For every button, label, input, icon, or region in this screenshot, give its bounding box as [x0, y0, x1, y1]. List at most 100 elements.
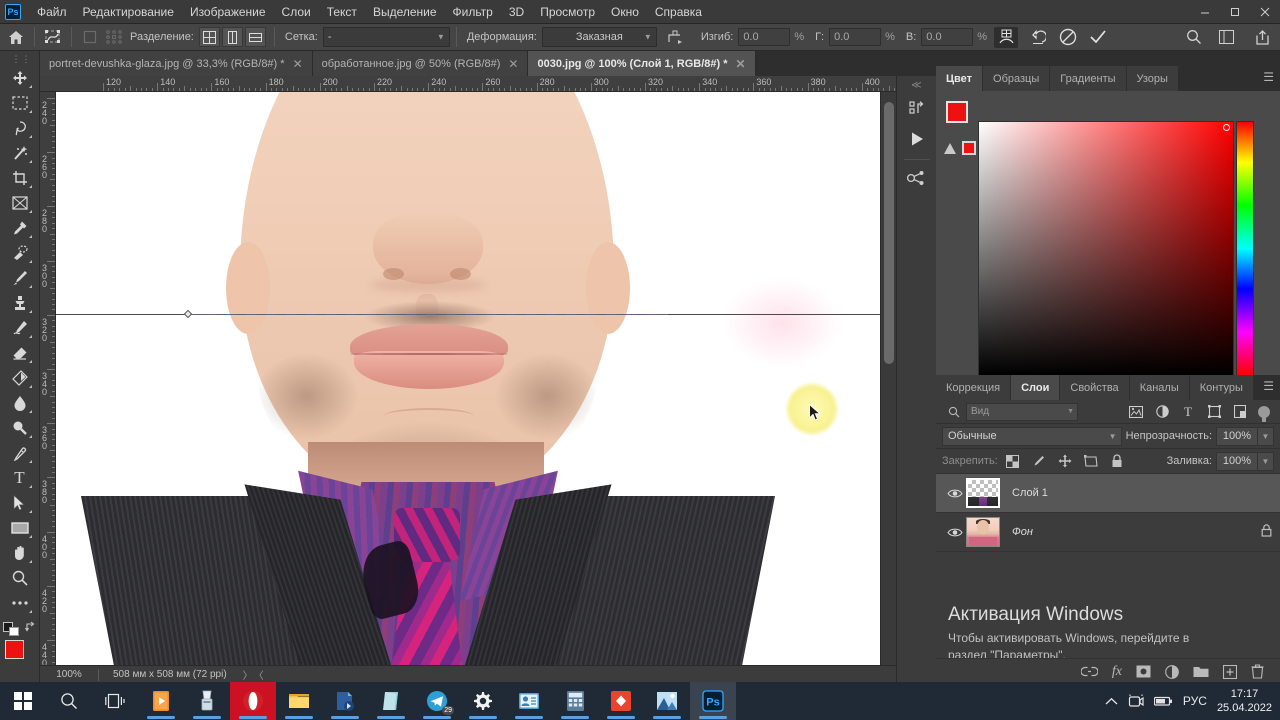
blur-tool[interactable]	[6, 390, 34, 415]
cancel-icon[interactable]	[1056, 27, 1080, 48]
artboard[interactable]	[56, 92, 882, 665]
layer-lock-icon[interactable]	[1261, 524, 1272, 540]
document-tab-2[interactable]: 0030.jpg @ 100% (Слой 1, RGB/8#) * ✕	[528, 51, 756, 76]
filter-pixel-icon[interactable]	[1124, 402, 1148, 422]
close-icon[interactable]: ✕	[508, 57, 518, 71]
rectangle-tool[interactable]	[6, 515, 34, 540]
split-grid-button[interactable]	[198, 27, 220, 47]
blend-mode-select[interactable]: Обычные ▼	[942, 426, 1122, 446]
brush-tool[interactable]	[6, 265, 34, 290]
minimize-button[interactable]	[1190, 0, 1220, 24]
tab-свойства[interactable]: Свойства	[1060, 375, 1130, 400]
add-layer-mask-icon[interactable]	[1136, 665, 1151, 678]
file-explorer-icon[interactable]	[276, 682, 322, 720]
filter-type-icon[interactable]: T	[1176, 402, 1200, 422]
gamut-warning[interactable]	[944, 141, 976, 155]
clone-stamp-tool[interactable]	[6, 290, 34, 315]
language-indicator[interactable]: РУС	[1183, 694, 1207, 708]
panel-menu-icon[interactable]: ☰	[1263, 380, 1274, 392]
home-icon[interactable]	[4, 27, 28, 48]
document-dimensions[interactable]: 508 мм x 508 мм (72 ppi)	[113, 669, 227, 680]
history-rail-icon[interactable]	[902, 95, 932, 123]
new-group-icon[interactable]	[1193, 665, 1209, 678]
default-colors-icon[interactable]	[2, 621, 19, 636]
history-brush-tool[interactable]	[6, 315, 34, 340]
menu-item-окно[interactable]: Окно	[603, 2, 647, 22]
tab-каналы[interactable]: Каналы	[1129, 375, 1190, 400]
editor-icon[interactable]	[598, 682, 644, 720]
hue-slider[interactable]	[1236, 121, 1254, 376]
tab-контуры[interactable]: Контуры	[1189, 375, 1254, 400]
menu-item-слои[interactable]: Слои	[274, 2, 319, 22]
color-field[interactable]	[978, 121, 1234, 376]
delete-layer-icon[interactable]	[1251, 664, 1264, 679]
share-icon[interactable]	[1250, 27, 1274, 48]
warp-grid-preset-icon[interactable]	[102, 27, 126, 48]
chevron-up-icon[interactable]	[1105, 697, 1118, 706]
maximize-button[interactable]	[1220, 0, 1250, 24]
fill-value[interactable]: 100%	[1216, 451, 1258, 471]
spot-healing-brush-tool[interactable]	[6, 240, 34, 265]
opacity-chevron-down-icon[interactable]: ▼	[1258, 426, 1274, 446]
layer-visibility-icon[interactable]	[944, 488, 966, 499]
eyedropper-tool[interactable]	[6, 215, 34, 240]
photos-icon[interactable]	[644, 682, 690, 720]
lock-image-pixels-icon[interactable]	[1028, 451, 1050, 471]
pen-tool[interactable]	[6, 440, 34, 465]
h-input[interactable]: 0.0	[829, 28, 882, 46]
layer-name[interactable]: Фон	[1012, 526, 1033, 538]
menu-item-редактирование[interactable]: Редактирование	[75, 2, 182, 22]
edit-toolbar-tool[interactable]	[6, 590, 34, 615]
canvas-vertical-scrollbar[interactable]	[880, 92, 896, 665]
status-arrows[interactable]: 〉〈	[243, 667, 270, 682]
menu-item-текст[interactable]: Текст	[319, 2, 365, 22]
menu-item-просмотр[interactable]: Просмотр	[532, 2, 603, 22]
layer-thumbnail[interactable]	[966, 478, 1000, 508]
tab-цвет[interactable]: Цвет	[936, 66, 984, 91]
toolbar-grip[interactable]: ⋮⋮	[12, 55, 31, 65]
filter-smart-object-icon[interactable]	[1228, 402, 1252, 422]
split-horizontal-button[interactable]	[244, 27, 266, 47]
swap-colors-icon[interactable]	[24, 621, 37, 636]
tab-градиенты[interactable]: Градиенты	[1050, 66, 1127, 91]
tab-узоры[interactable]: Узоры	[1126, 66, 1179, 91]
clock[interactable]: 17:17 25.04.2022	[1217, 687, 1272, 715]
warp-single-icon[interactable]	[78, 27, 102, 48]
split-warp-icon[interactable]	[663, 27, 687, 48]
search-icon[interactable]	[1182, 27, 1206, 48]
battery-icon[interactable]	[1153, 695, 1173, 707]
photoshop-icon[interactable]: Ps	[690, 682, 736, 720]
gamut-warning-swatch[interactable]	[962, 141, 976, 155]
frame-tool[interactable]	[6, 190, 34, 215]
grid-select[interactable]: - ▼	[322, 27, 450, 47]
puppet-warp-icon[interactable]	[41, 27, 65, 48]
toggle-warp-grid-icon[interactable]	[994, 26, 1019, 48]
task-view-icon[interactable]	[92, 682, 138, 720]
document-tab-1[interactable]: обработанное.jpg @ 50% (RGB/8#) ✕	[312, 51, 529, 76]
layer-visibility-icon[interactable]	[944, 527, 966, 538]
scanner-icon[interactable]	[184, 682, 230, 720]
document-tab-0[interactable]: portret-devushka-glaza.jpg @ 33,3% (RGB/…	[40, 51, 313, 76]
split-vertical-button[interactable]	[221, 27, 243, 47]
table-row[interactable]: Слой 1	[936, 474, 1280, 513]
move-tool[interactable]	[6, 65, 34, 90]
menu-item-выделение[interactable]: Выделение	[365, 2, 445, 22]
menu-item-справка[interactable]: Справка	[647, 2, 710, 22]
tab-коррекция[interactable]: Коррекция	[936, 375, 1012, 400]
workspace-icon[interactable]	[1214, 27, 1238, 48]
opacity-control[interactable]: 100% ▼	[1216, 426, 1274, 446]
warp-mode-select[interactable]: Заказная ▼	[541, 27, 657, 47]
close-icon[interactable]: ✕	[293, 57, 303, 71]
link-layers-icon[interactable]	[1080, 666, 1098, 677]
play-rail-icon[interactable]	[902, 125, 932, 153]
cp-foreground-swatch[interactable]	[946, 101, 968, 123]
magic-wand-tool[interactable]	[6, 140, 34, 165]
fill-control[interactable]: 100% ▼	[1216, 451, 1274, 471]
layer-style-fx-icon[interactable]: fx	[1112, 664, 1122, 680]
opera-icon[interactable]	[230, 682, 276, 720]
reset-icon[interactable]	[1026, 27, 1050, 48]
filter-shape-icon[interactable]	[1202, 402, 1226, 422]
hand-tool[interactable]	[6, 540, 34, 565]
vertical-scroll-thumb[interactable]	[884, 102, 894, 364]
bend-input[interactable]: 0.0	[738, 28, 791, 46]
